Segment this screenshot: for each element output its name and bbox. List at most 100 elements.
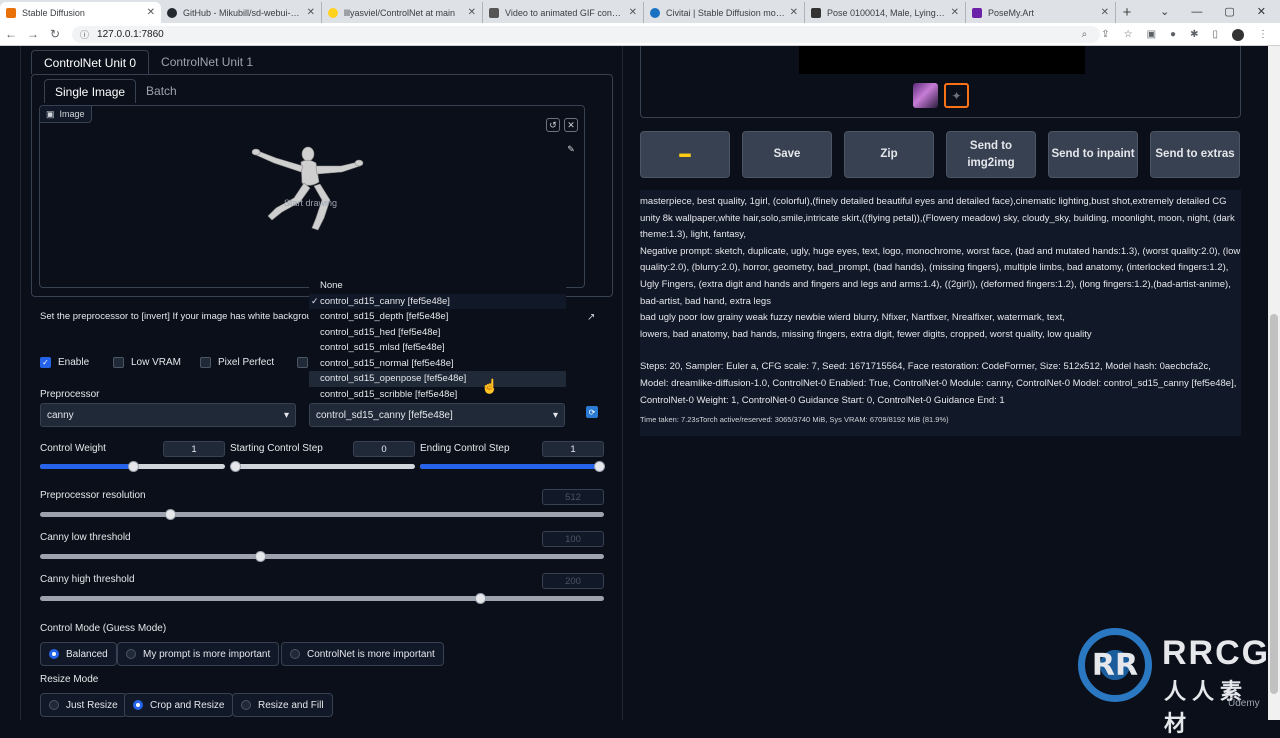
close-icon[interactable]: ✕ bbox=[147, 7, 155, 18]
low-vram-checkbox[interactable]: Low VRAM bbox=[113, 357, 181, 368]
preprocessor-select[interactable]: canny ▾ bbox=[40, 403, 296, 427]
output-image[interactable] bbox=[799, 46, 1085, 74]
reload-icon[interactable]: ↻ bbox=[44, 27, 66, 41]
chevron-down-icon[interactable]: ⌄ bbox=[1160, 5, 1169, 18]
dropdown-option[interactable]: control_sd15_depth [fef5e48e] bbox=[309, 309, 566, 325]
tab-controlnet-unit-0[interactable]: ControlNet Unit 0 bbox=[31, 50, 150, 74]
avatar[interactable] bbox=[1232, 28, 1244, 41]
radio-just-resize[interactable]: Just Resize bbox=[40, 693, 127, 717]
output-actions: ▬ Save Zip Send to img2img Send to inpai… bbox=[640, 131, 1240, 178]
radio-dot bbox=[49, 649, 59, 659]
browser-tab[interactable]: PoseMy.Art ✕ bbox=[966, 2, 1116, 23]
tab-single-image[interactable]: Single Image bbox=[44, 79, 137, 103]
radio-balanced[interactable]: Balanced bbox=[40, 642, 117, 666]
close-icon[interactable]: ✕ bbox=[307, 7, 315, 18]
reset-icon[interactable]: ↺ bbox=[546, 118, 560, 132]
slider-thumb[interactable] bbox=[164, 509, 176, 520]
checkmark-icon: ✓ bbox=[40, 357, 51, 368]
url-field[interactable]: ⓘ 127.0.0.1:7860 bbox=[72, 25, 1100, 43]
slider-thumb[interactable] bbox=[254, 551, 266, 562]
canny-high-slider[interactable] bbox=[40, 593, 604, 604]
slider-thumb[interactable] bbox=[594, 461, 605, 472]
browser-tab[interactable]: Video to animated GIF converter ✕ bbox=[483, 2, 644, 23]
dropdown-option[interactable]: None bbox=[309, 278, 566, 294]
maximize-icon[interactable]: ▢ bbox=[1224, 5, 1234, 18]
control-weight-slider[interactable] bbox=[40, 461, 225, 472]
new-tab-button[interactable]: + bbox=[1116, 2, 1138, 23]
browser-tab[interactable]: lllyasviel/ControlNet at main ✕ bbox=[322, 2, 483, 23]
browser-tab[interactable]: Civitai | Stable Diffusion models ✕ bbox=[644, 2, 805, 23]
swap-icon[interactable]: ↗ bbox=[587, 312, 595, 323]
menu-icon[interactable]: ⋮ bbox=[1258, 29, 1268, 40]
image-icon: ▣ bbox=[46, 108, 55, 119]
tab-favicon-icon bbox=[6, 7, 16, 18]
zoom-icon[interactable]: ⌕ bbox=[1082, 29, 1088, 40]
close-icon[interactable]: ✕ bbox=[468, 7, 476, 18]
dropdown-option-selected[interactable]: ✓ control_sd15_canny [fef5e48e] bbox=[309, 293, 566, 309]
radio-controlnet-important[interactable]: ControlNet is more important bbox=[281, 642, 444, 666]
model-dropdown-list: None ✓ control_sd15_canny [fef5e48e] cont… bbox=[309, 278, 566, 400]
gallery-thumbnail[interactable] bbox=[913, 83, 938, 108]
open-folder-button[interactable]: ▬ bbox=[640, 131, 730, 178]
ending-step-input[interactable]: 1 bbox=[542, 441, 604, 457]
close-icon[interactable]: ✕ bbox=[1101, 7, 1109, 18]
browser-tab[interactable]: Pose 0100014, Male, Lying, Daily✕ bbox=[805, 2, 966, 23]
close-icon[interactable]: ✕ bbox=[790, 7, 798, 18]
extension-icon[interactable]: ▣ bbox=[1147, 29, 1156, 40]
starting-step-slider[interactable] bbox=[230, 461, 415, 472]
tab-batch[interactable]: Batch bbox=[136, 79, 187, 103]
slider-thumb[interactable] bbox=[127, 461, 139, 472]
dropdown-option[interactable]: control_sd15_scribble [fef5e48e] bbox=[309, 387, 566, 403]
browser-tab[interactable]: Stable Diffusion ✕ bbox=[0, 2, 161, 23]
browser-tab[interactable]: GitHub - Mikubill/sd-webui-con ✕ bbox=[161, 2, 322, 23]
tab-controlnet-unit-1[interactable]: ControlNet Unit 1 bbox=[149, 50, 265, 74]
image-canvas[interactable]: ▣ Image ↺ ✕ ✎ Start drawing bbox=[39, 105, 585, 288]
negative-prompt-text-2: bad ugly poor low grainy weak fuzzy newb… bbox=[640, 312, 1065, 324]
scrollbar-thumb[interactable] bbox=[1270, 314, 1278, 694]
browser-tab-bar: Stable Diffusion ✕ GitHub - Mikubill/sd-w… bbox=[0, 0, 1280, 23]
ending-step-slider[interactable] bbox=[420, 461, 605, 472]
extension-icon[interactable]: ● bbox=[1170, 29, 1176, 40]
canny-low-slider[interactable] bbox=[40, 551, 604, 562]
dropdown-option[interactable]: control_sd15_normal [fef5e48e] bbox=[309, 356, 566, 372]
brush-icon[interactable]: ✎ bbox=[564, 142, 578, 156]
starting-step-input[interactable]: 0 bbox=[353, 441, 415, 457]
close-icon[interactable]: ✕ bbox=[951, 7, 959, 18]
refresh-models-icon[interactable]: ⟳ bbox=[586, 406, 598, 418]
slider-thumb[interactable] bbox=[230, 461, 241, 472]
page-scrollbar[interactable] bbox=[1268, 46, 1280, 720]
bookmark-star-icon[interactable]: ☆ bbox=[1124, 29, 1133, 40]
preprocessor-resolution-slider[interactable] bbox=[40, 509, 604, 520]
enable-checkbox[interactable]: ✓ Enable bbox=[40, 357, 89, 368]
send-to-extras-button[interactable]: Send to extras bbox=[1150, 131, 1240, 178]
radio-resize-and-fill[interactable]: Resize and Fill bbox=[232, 693, 333, 717]
forward-icon[interactable]: → bbox=[22, 27, 44, 41]
zip-button[interactable]: Zip bbox=[844, 131, 934, 178]
caret-down-icon: ▾ bbox=[283, 409, 289, 421]
puzzle-icon[interactable]: ✱ bbox=[1190, 29, 1198, 40]
share-icon[interactable]: ⇪ bbox=[1101, 29, 1109, 40]
tab-favicon-icon bbox=[811, 7, 821, 18]
dropdown-option[interactable]: control_sd15_hed [fef5e48e] bbox=[309, 325, 566, 341]
gallery-thumbnail-selected[interactable]: ✦ bbox=[944, 83, 969, 108]
logo-brand: RRCG bbox=[1162, 634, 1271, 672]
control-weight-input[interactable]: 1 bbox=[163, 441, 225, 457]
pixel-perfect-checkbox[interactable]: Pixel Perfect bbox=[200, 357, 274, 368]
minimize-icon[interactable]: — bbox=[1191, 6, 1202, 18]
radio-crop-and-resize[interactable]: Crop and Resize bbox=[124, 693, 234, 717]
close-icon[interactable]: ✕ bbox=[564, 118, 578, 132]
sidebar-icon[interactable]: ▯ bbox=[1212, 29, 1218, 40]
dropdown-option-hovered[interactable]: control_sd15_openpose [fef5e48e] bbox=[309, 371, 566, 387]
dropdown-option[interactable]: control_sd15_mlsd [fef5e48e] bbox=[309, 340, 566, 356]
send-to-img2img-button[interactable]: Send to img2img bbox=[946, 131, 1036, 178]
slider-thumb[interactable] bbox=[474, 593, 486, 604]
save-button[interactable]: Save bbox=[742, 131, 832, 178]
radio-prompt-important[interactable]: My prompt is more important bbox=[117, 642, 280, 666]
send-to-inpaint-button[interactable]: Send to inpaint bbox=[1048, 131, 1138, 178]
close-icon[interactable]: ✕ bbox=[629, 7, 637, 18]
model-select[interactable]: control_sd15_canny [fef5e48e] ▾ bbox=[309, 403, 565, 427]
back-icon[interactable]: ← bbox=[0, 27, 22, 41]
close-window-icon[interactable]: ✕ bbox=[1257, 5, 1266, 18]
controlnet-panel: ControlNet Unit 0 ControlNet Unit 1 Sing… bbox=[20, 46, 623, 720]
allow-preview-checkbox[interactable] bbox=[297, 357, 308, 368]
